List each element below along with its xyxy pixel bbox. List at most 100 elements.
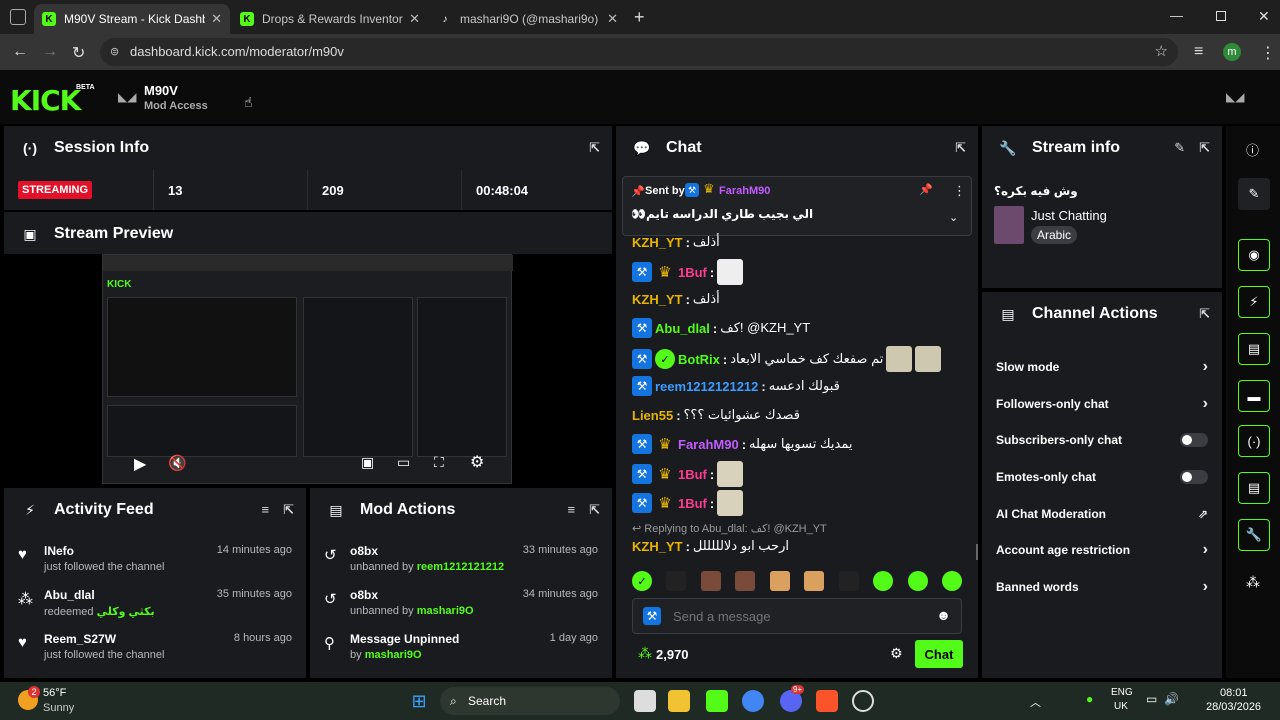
minimize-icon[interactable]: —	[1170, 8, 1183, 23]
chat-user[interactable]: KZH_YT	[632, 235, 683, 250]
taskbar-search[interactable]: ⌕ Search	[440, 687, 620, 715]
chat-input[interactable]	[673, 605, 923, 627]
language-tag[interactable]: Arabic	[1031, 226, 1078, 244]
send-chat-button[interactable]: Chat	[915, 640, 963, 668]
filter-icon[interactable]: ≡	[262, 502, 270, 518]
url-field[interactable]: ⊜ dashboard.kick.com/moderator/m90v ☆	[100, 38, 1178, 66]
lang-secondary[interactable]: UK	[1114, 701, 1128, 712]
user-avatar-icon[interactable]: ◣◢	[1226, 90, 1244, 104]
rail-stream-info-button[interactable]: 🔧	[1238, 519, 1270, 551]
pip-icon[interactable]: ▣	[361, 454, 374, 471]
mod-action-target[interactable]: o8bx	[350, 588, 378, 602]
close-icon[interactable]: ✕	[409, 11, 420, 27]
rail-session-button[interactable]: (·)	[1238, 425, 1270, 457]
category-name[interactable]: Just Chatting	[1031, 208, 1107, 223]
chat-user[interactable]: KZH_YT	[632, 292, 683, 307]
media-controls-icon[interactable]: ≡	[1194, 43, 1203, 61]
theater-icon[interactable]: ▭	[397, 454, 410, 471]
fullscreen-icon[interactable]: ⛶	[434, 454, 444, 471]
mic-icon[interactable]: ●	[1086, 692, 1093, 706]
tab-kick-dashboard[interactable]: K M90V Stream - Kick Dashboard ✕	[34, 4, 230, 34]
mod-action-target[interactable]: o8bx	[350, 544, 378, 558]
video-player[interactable]: KICK ▶ 🔇 ▣ ▭ ⛶ ⚙	[4, 254, 612, 484]
window-close-icon[interactable]: ✕	[1258, 8, 1270, 25]
reload-icon[interactable]: ↻	[72, 43, 85, 63]
emote-button[interactable]	[666, 571, 687, 591]
chat-input-box[interactable]: ⚒ ☻	[632, 598, 962, 634]
chevron-down-icon[interactable]: ⌄	[949, 211, 958, 224]
chat-user[interactable]: 1Buf	[678, 496, 707, 511]
kick-logo[interactable]: KICK	[10, 84, 81, 117]
emoji-picker-icon[interactable]: ☻	[936, 607, 951, 623]
banned-words-action[interactable]: Banned words ›	[996, 572, 1208, 602]
rail-camera-button[interactable]: ◉	[1238, 239, 1270, 271]
more-options-icon[interactable]: ⋮	[953, 183, 966, 199]
tab-list-icon[interactable]	[10, 9, 26, 25]
chat-user[interactable]: 1Buf	[678, 467, 707, 482]
forward-icon[interactable]: →	[42, 43, 58, 61]
back-icon[interactable]: ←	[12, 43, 28, 61]
activity-user[interactable]: lNefo	[44, 544, 74, 558]
account-age-action[interactable]: Account age restriction ›	[996, 535, 1208, 565]
tray-chevron-icon[interactable]: ︿	[1030, 694, 1041, 710]
close-icon[interactable]: ✕	[211, 11, 222, 27]
activity-user[interactable]: Reem_S27W	[44, 632, 116, 646]
popout-icon[interactable]: ⇱	[955, 140, 966, 156]
new-tab-icon[interactable]: +	[634, 7, 645, 28]
emote-button[interactable]	[769, 571, 790, 591]
chat-user[interactable]: BotRix	[678, 352, 720, 367]
site-info-icon[interactable]: ⊜	[110, 38, 119, 66]
activity-user[interactable]: Abu_dlal	[44, 588, 95, 602]
edit-icon[interactable]: ✎	[1174, 140, 1185, 156]
windows-start-icon[interactable]: ⊞	[408, 690, 430, 712]
profile-avatar[interactable]: m	[1223, 43, 1241, 61]
rail-more-icon[interactable]: ⁂	[1246, 574, 1260, 591]
rail-channel-actions-button[interactable]: ▤	[1238, 472, 1270, 504]
chat-settings-icon[interactable]: ⚙	[890, 645, 903, 662]
info-icon[interactable]: ⓘ	[1246, 140, 1259, 159]
slow-mode-action[interactable]: Slow mode ›	[996, 352, 1208, 382]
emotes-only-toggle[interactable]	[1180, 470, 1208, 484]
emote-button[interactable]	[735, 571, 756, 591]
channel-name[interactable]: M90V	[144, 83, 178, 98]
bookmark-star-icon[interactable]: ☆	[1155, 38, 1168, 66]
browser-menu-icon[interactable]: ⋮	[1260, 43, 1276, 63]
subscribers-only-toggle[interactable]	[1180, 433, 1208, 447]
tab-drops-rewards[interactable]: K Drops & Rewards Inventory - Ki ✕	[232, 4, 428, 34]
rail-activity-button[interactable]: ⚡	[1238, 286, 1270, 318]
emote-verified-icon[interactable]: ✓	[632, 571, 652, 591]
filter-icon[interactable]: ≡	[568, 502, 576, 518]
popout-icon[interactable]: ⇱	[1199, 306, 1210, 322]
chat-user[interactable]: Lien55	[632, 408, 673, 423]
chat-user[interactable]: 1Buf	[678, 265, 707, 280]
volume-icon[interactable]: 🔊	[1164, 692, 1179, 706]
emote-button[interactable]	[907, 571, 928, 591]
obs-icon[interactable]	[852, 690, 874, 712]
emote-button[interactable]	[941, 571, 962, 591]
chat-user[interactable]: Abu_dlal	[655, 321, 710, 336]
chrome-icon[interactable]	[742, 690, 764, 712]
app-icon[interactable]	[706, 690, 728, 712]
chat-user[interactable]: KZH_YT	[632, 539, 683, 554]
task-view-icon[interactable]	[634, 690, 656, 712]
clock-date[interactable]: 28/03/2026	[1206, 701, 1261, 713]
emote-button[interactable]	[700, 571, 721, 591]
unpin-icon[interactable]: 📌	[919, 183, 933, 196]
followers-only-action[interactable]: Followers-only chat ›	[996, 389, 1208, 419]
emote-button[interactable]	[838, 571, 859, 591]
pinned-user[interactable]: FarahM90	[719, 185, 770, 197]
pinned-message[interactable]: 📌 Sent by ⚒ ♛ FarahM90 👀الي بجيب طاري ال…	[622, 176, 972, 236]
popout-icon[interactable]: ⇱	[589, 502, 600, 518]
rail-edit-button[interactable]: ✎	[1238, 178, 1270, 210]
settings-icon[interactable]: ⚙	[470, 452, 484, 472]
ai-moderation-action[interactable]: AI Chat Moderation ⇗	[996, 499, 1208, 529]
play-icon[interactable]: ▶	[134, 454, 146, 474]
popout-icon[interactable]: ⇱	[283, 502, 294, 518]
rail-chat-button[interactable]: ▬	[1238, 380, 1270, 412]
mod-action-by[interactable]: mashari9O	[365, 649, 422, 661]
points-balance[interactable]: 2,970	[656, 647, 689, 662]
tab-tiktok[interactable]: ♪ mashari9O (@mashari9o) | TikT ✕	[430, 4, 626, 34]
chat-scrollbar[interactable]	[976, 544, 978, 560]
emote-button[interactable]	[804, 571, 825, 591]
clock-time[interactable]: 08:01	[1220, 687, 1248, 699]
